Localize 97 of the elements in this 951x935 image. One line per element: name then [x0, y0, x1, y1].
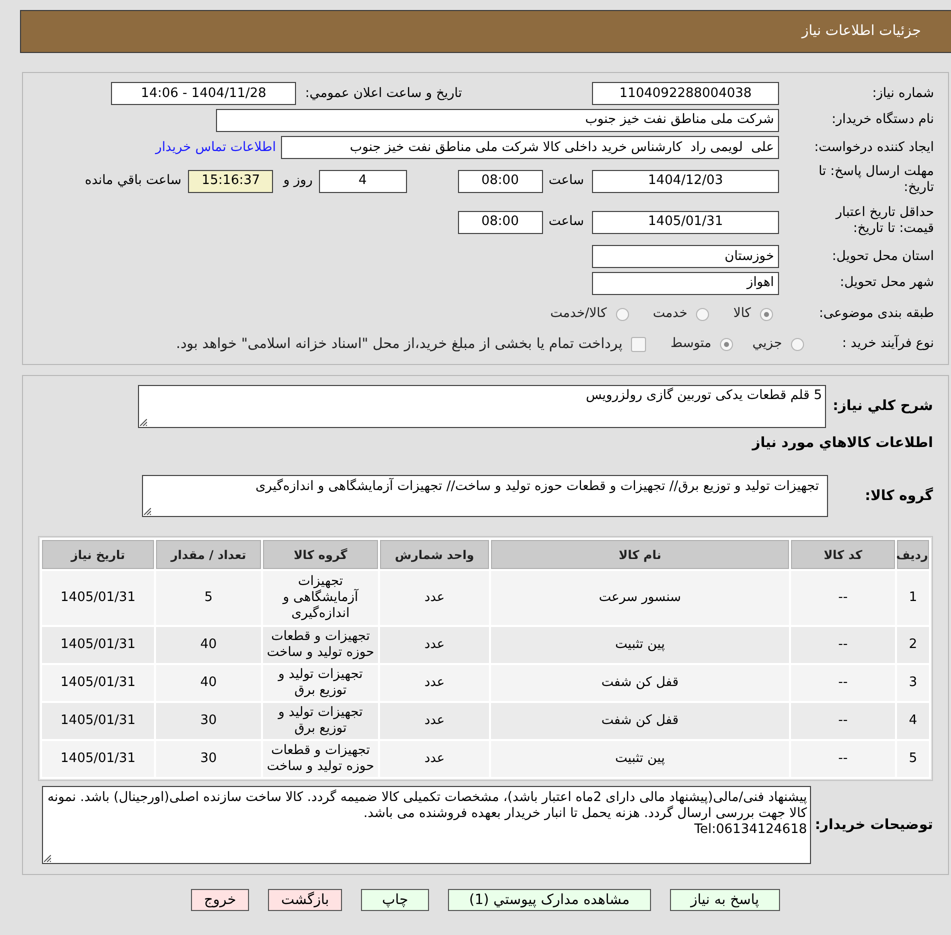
table-cell: عدد — [380, 665, 489, 701]
resize-grip-icon[interactable] — [140, 419, 147, 426]
column-header: گروه کالا — [263, 540, 378, 569]
radio-button[interactable] — [696, 308, 710, 320]
table-cell: تجهیزات و قطعات حوزه تولید و ساخت — [263, 741, 378, 777]
province-field[interactable]: خوزستان — [592, 245, 779, 268]
validity-time-field[interactable]: 08:00 — [458, 210, 543, 234]
table-cell: 30 — [156, 703, 261, 739]
table-cell: -- — [791, 571, 895, 625]
field-label: حداقل تاریخ اعتبار قیمت: تا تاریخ: — [834, 205, 934, 238]
goods-group-field[interactable]: تجهیزات تولید و توزیع برق// تجهیزات و قطعات حوزه تولید و ساخت// تجهیزات آزمایشگاهی و اندازه‌گیری — [142, 475, 828, 517]
table-cell: عدد — [380, 571, 489, 625]
column-header: تعداد / مقدار — [156, 540, 261, 569]
table-cell: 5 — [156, 571, 261, 625]
field-label: ایجاد کننده درخواست: — [814, 140, 934, 156]
buyer-contact-link[interactable]: اطلاعات تماس خریدار — [156, 138, 276, 158]
remaining-time-field[interactable]: 15:16:37 — [188, 170, 274, 192]
table-cell: -- — [791, 741, 895, 777]
table-cell: عدد — [380, 627, 489, 663]
radio-button[interactable] — [760, 308, 773, 320]
table-cell: -- — [791, 627, 895, 663]
table-cell: 1405/01/31 — [42, 571, 154, 625]
table-cell: تجهیزات تولید و توزیع برق — [263, 703, 378, 739]
action-button[interactable]: مشاهده مدارک پیوستي (1) — [448, 889, 651, 911]
field-label: نوع فرآیند خرید : — [842, 336, 934, 352]
page-title: جزئیات اطلاعات نیاز — [802, 22, 921, 41]
radio-label: کالا/خدمت — [550, 305, 607, 324]
table-cell: عدد — [380, 741, 489, 777]
table-cell: سنسور سرعت — [491, 571, 789, 625]
resize-grip-icon[interactable] — [144, 508, 151, 515]
action-button[interactable]: پاسخ به نیاز — [670, 889, 780, 911]
checkbox[interactable] — [631, 336, 646, 352]
table-cell: 40 — [156, 627, 261, 663]
field-label: استان محل تحویل: — [832, 248, 934, 265]
section-title: اطلاعات کالاهاي مورد نیاز — [752, 435, 933, 451]
buyer-notes-label: توضیحات خریدار: — [814, 816, 933, 832]
buyer-org-field[interactable]: شرکت ملی مناطق نفت خیز جنوب — [216, 108, 779, 132]
table-cell: تجهیزات آزمایشگاهی و اندازه‌گیری — [263, 571, 378, 625]
summary-field[interactable]: 5 قلم قطعات یدکی توربین گازی رولزرویس — [138, 385, 826, 428]
column-header: نام کالا — [491, 540, 789, 569]
table-cell: قفل کن شفت — [491, 703, 789, 739]
table-cell: پین تثبیت — [491, 627, 789, 663]
days-label: روز و — [283, 172, 313, 190]
checkbox-label: پرداخت تمام یا بخشی از مبلغ خرید،از محل "اسناد خزانه اسلامی" خواهد بود. — [176, 334, 622, 354]
radio-button[interactable] — [616, 308, 629, 320]
radio-label: خدمت — [652, 305, 688, 324]
table-cell: 2 — [897, 627, 929, 663]
action-button[interactable]: خروج — [190, 889, 250, 911]
radio-label: کالا — [733, 305, 751, 324]
goods-group-label: گروه کالا: — [864, 488, 933, 504]
table-cell: 3 — [897, 665, 929, 701]
radio-button[interactable] — [791, 338, 804, 350]
column-header: ردیف — [897, 540, 929, 569]
table-cell: -- — [791, 665, 895, 701]
table-cell: تجهیزات تولید و توزیع برق — [263, 665, 378, 701]
table-cell: 1405/01/31 — [42, 627, 154, 663]
need-number-field[interactable]: 1104092288004038 — [592, 82, 779, 105]
requester-field[interactable]: علی لویمی راد کارشناس خرید داخلی کالا شرکت ملی مناطق نفت خیز جنوب — [281, 136, 779, 159]
table-cell: عدد — [380, 703, 489, 739]
deadline-time-field[interactable]: 08:00 — [458, 170, 543, 192]
table-cell: پین تثبیت — [491, 741, 789, 777]
table-cell: قفل کن شفت — [491, 665, 789, 701]
resize-grip-icon[interactable] — [44, 855, 51, 862]
field-label: طبقه بندی موضوعی: — [818, 306, 934, 322]
table-cell: 1 — [897, 571, 929, 625]
field-label: مهلت ارسال پاسخ: تا تاریخ: — [818, 164, 934, 196]
radio-label: جزيي — [752, 335, 782, 354]
table-cell: 1405/01/31 — [42, 741, 154, 777]
table-cell: 1405/01/31 — [42, 703, 154, 739]
deadline-date-field[interactable]: 1404/12/03 — [592, 170, 779, 192]
table-cell: 30 — [156, 741, 261, 777]
remaining-label: ساعت باقي مانده — [84, 172, 182, 190]
field-label: شماره نیاز: — [872, 86, 934, 102]
table-cell: 40 — [156, 665, 261, 701]
summary-label: شرح کلي نیاز: — [832, 398, 933, 414]
column-header: کد کالا — [791, 540, 895, 569]
table-cell: تجهیزات و قطعات حوزه تولید و ساخت — [263, 627, 378, 663]
table-cell: 1405/01/31 — [42, 665, 154, 701]
column-header: تاریخ نیاز — [42, 540, 154, 569]
radio-button[interactable] — [720, 338, 734, 350]
field-label: تاریخ و ساعت اعلان عمومي: — [305, 84, 462, 103]
table-cell: 4 — [897, 703, 929, 739]
column-header: واحد شمارش — [380, 540, 489, 569]
validity-date-field[interactable]: 1405/01/31 — [592, 210, 779, 234]
time-label: ساعت — [548, 172, 584, 190]
radio-label: متوسط — [670, 335, 712, 354]
action-button[interactable]: چاپ — [361, 889, 430, 911]
field-label: شهر محل تحویل: — [840, 275, 934, 292]
days-left-field[interactable]: 4 — [318, 170, 407, 192]
action-button[interactable]: بازگشت — [268, 889, 342, 911]
table-cell: -- — [791, 703, 895, 739]
field-label: نام دستگاه خریدار: — [832, 112, 934, 128]
city-field[interactable]: اهواز — [592, 272, 779, 294]
announce-datetime-field[interactable]: 1404/11/28 - 14:06 — [111, 82, 296, 105]
time-label: ساعت — [548, 213, 584, 232]
buyer-notes-field[interactable]: پیشنهاد فنی/مالی(پیشنهاد مالی دارای 2ماه اعتبار باشد)، مشخصات تکمیلی کالا ضمیمه گردد. کالا ساخت سازنده اصلی(اورجینال) باشد. نمونه کالا جهت بررسی ارسال گردد. هزنه یحمل تا انبار خریدار بعهده فروشنده می باشد. Tel:06134124618 — [42, 786, 811, 864]
table-cell: 5 — [897, 741, 929, 777]
